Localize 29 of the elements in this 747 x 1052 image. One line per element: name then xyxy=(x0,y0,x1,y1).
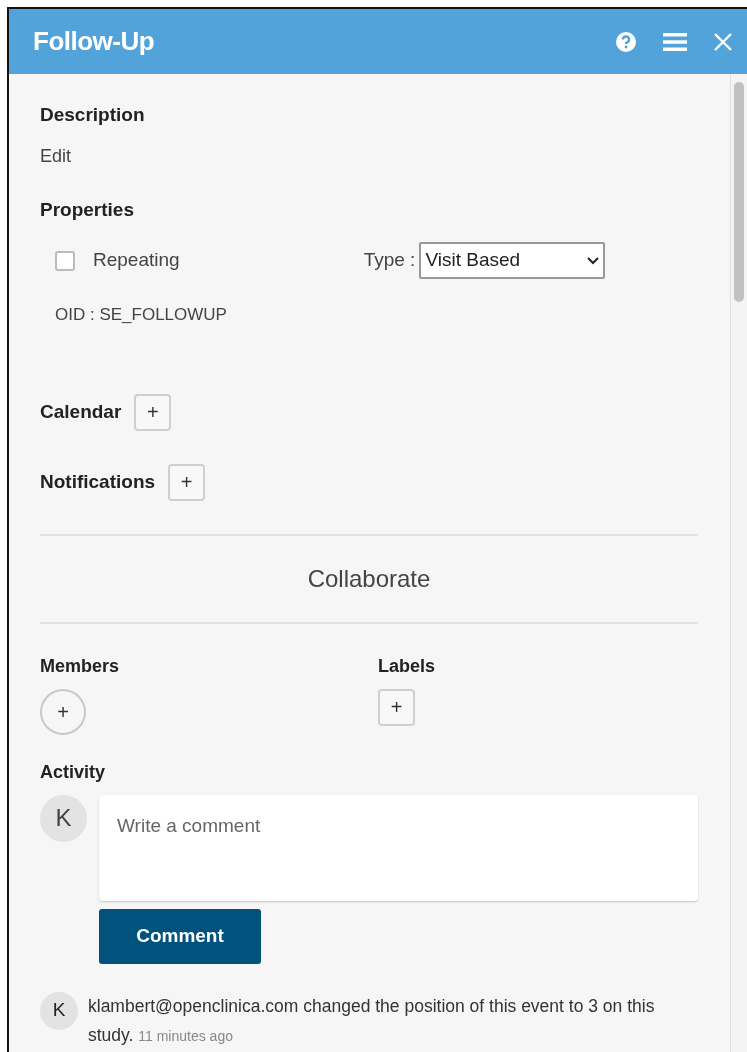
section-heading: Labels xyxy=(378,654,436,678)
checkbox-label: Repeating xyxy=(93,248,180,273)
oid-text: OID : SE_FOLLOWUP xyxy=(54,304,228,326)
section-heading: Notifications xyxy=(40,469,156,494)
add-button[interactable]: + xyxy=(40,688,86,735)
menu-icon[interactable] xyxy=(663,31,687,52)
user-avatar: K xyxy=(40,991,78,1030)
add-button[interactable]: + xyxy=(168,463,206,501)
comment-button[interactable]: Comment xyxy=(99,908,261,964)
section-heading: Properties xyxy=(40,197,135,222)
chevron-down-icon xyxy=(587,256,600,265)
add-button[interactable]: + xyxy=(134,393,172,431)
section-heading: Activity xyxy=(40,760,107,784)
user-avatar: K xyxy=(40,794,87,842)
activity-entry: klambert@openclinica.com changed the position of this event to 3 on this study. 11 minutes ago xyxy=(88,994,656,1047)
close-icon[interactable] xyxy=(713,31,733,52)
type-dropdown[interactable]: Visit Based xyxy=(419,242,606,279)
section-heading: Description xyxy=(40,103,146,127)
help-icon[interactable] xyxy=(615,30,637,53)
comment-field[interactable]: Write a comment xyxy=(99,794,698,901)
section-heading: Calendar xyxy=(40,399,122,424)
repeating-checkbox[interactable] xyxy=(55,250,75,271)
window-title: Follow-Up xyxy=(33,25,155,58)
scrollbar[interactable] xyxy=(730,74,747,1052)
edit-link[interactable]: Edit xyxy=(40,142,72,170)
collaborate-heading: Collaborate xyxy=(306,563,432,594)
type-label: Type : xyxy=(363,248,416,273)
section-heading: Members xyxy=(40,654,121,678)
add-button[interactable]: + xyxy=(378,688,415,726)
